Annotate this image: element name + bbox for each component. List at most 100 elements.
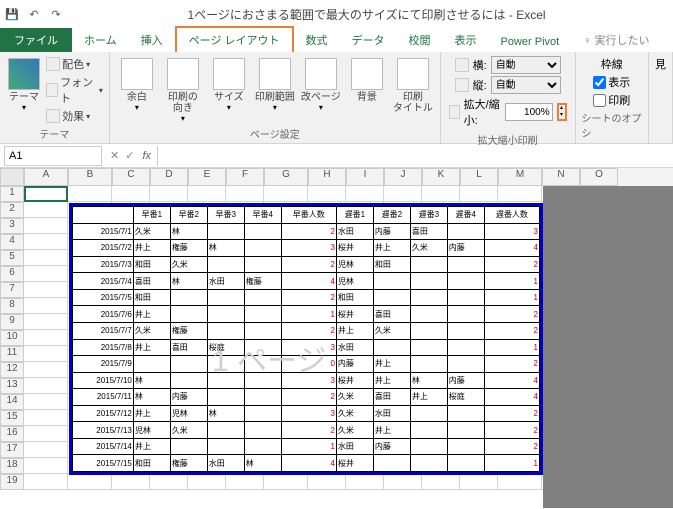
cell[interactable] xyxy=(264,474,308,490)
cell[interactable] xyxy=(308,474,346,490)
col-header[interactable]: G xyxy=(264,168,308,186)
row-header[interactable]: 3 xyxy=(0,218,24,234)
col-header[interactable]: M xyxy=(498,168,542,186)
row-header[interactable]: 16 xyxy=(0,426,24,442)
enter-formula-icon[interactable]: ✓ xyxy=(125,149,134,162)
cell[interactable] xyxy=(24,298,68,314)
cell[interactable] xyxy=(460,186,498,202)
undo-icon[interactable]: ↶ xyxy=(26,6,42,22)
scale-spinner[interactable]: ▴▾ xyxy=(557,103,567,121)
colors-button[interactable]: 配色▾ xyxy=(46,56,103,72)
col-header[interactable]: J xyxy=(384,168,422,186)
tab-insert[interactable]: 挿入 xyxy=(129,28,175,52)
tab-home[interactable]: ホーム xyxy=(72,28,129,52)
row-header[interactable]: 19 xyxy=(0,474,24,490)
tab-formula[interactable]: 数式 xyxy=(294,28,340,52)
col-header[interactable]: O xyxy=(580,168,618,186)
cell[interactable] xyxy=(68,474,112,490)
col-header[interactable]: F xyxy=(226,168,264,186)
cell[interactable] xyxy=(24,282,68,298)
cell[interactable] xyxy=(24,314,68,330)
cell[interactable] xyxy=(498,474,542,490)
cell[interactable] xyxy=(24,234,68,250)
row-header[interactable]: 2 xyxy=(0,202,24,218)
cancel-formula-icon[interactable]: ✕ xyxy=(110,149,119,162)
scale-input[interactable] xyxy=(505,103,553,121)
cell[interactable] xyxy=(498,186,542,202)
cell[interactable] xyxy=(24,218,68,234)
effects-button[interactable]: 効果▾ xyxy=(46,108,103,124)
tab-power[interactable]: Power Pivot xyxy=(489,32,572,52)
tab-tell[interactable]: ♀ 実行したい xyxy=(571,28,661,52)
cell[interactable] xyxy=(24,362,68,378)
col-header[interactable]: H xyxy=(308,168,346,186)
tab-data[interactable]: データ xyxy=(340,28,397,52)
cell[interactable] xyxy=(112,186,150,202)
cell[interactable] xyxy=(384,186,422,202)
margins-button[interactable]: 余白▾ xyxy=(116,54,158,112)
cell[interactable] xyxy=(188,474,226,490)
cell[interactable] xyxy=(24,266,68,282)
formula-bar[interactable] xyxy=(157,146,673,166)
row-header[interactable]: 5 xyxy=(0,250,24,266)
cell[interactable] xyxy=(24,410,68,426)
row-header[interactable]: 1 xyxy=(0,186,24,202)
cell[interactable] xyxy=(68,186,112,202)
cell[interactable] xyxy=(24,474,68,490)
row-header[interactable]: 6 xyxy=(0,266,24,282)
cell[interactable] xyxy=(264,186,308,202)
cell[interactable] xyxy=(188,186,226,202)
cell[interactable] xyxy=(226,474,264,490)
print-titles-button[interactable]: 印刷 タイトル xyxy=(392,54,434,114)
tab-view[interactable]: 表示 xyxy=(443,28,489,52)
breaks-button[interactable]: 改ページ▾ xyxy=(300,54,342,112)
cell[interactable] xyxy=(150,474,188,490)
redo-icon[interactable]: ↷ xyxy=(48,6,64,22)
col-header[interactable]: B xyxy=(68,168,112,186)
col-header[interactable]: K xyxy=(422,168,460,186)
row-header[interactable]: 11 xyxy=(0,346,24,362)
cell[interactable] xyxy=(226,186,264,202)
fx-icon[interactable]: fx xyxy=(142,150,151,162)
fonts-button[interactable]: フォント▾ xyxy=(46,74,103,106)
cell[interactable] xyxy=(150,186,188,202)
row-header[interactable]: 14 xyxy=(0,394,24,410)
cell[interactable] xyxy=(308,186,346,202)
background-button[interactable]: 背景 xyxy=(346,54,388,103)
row-header[interactable]: 15 xyxy=(0,410,24,426)
cell[interactable] xyxy=(24,394,68,410)
row-header[interactable]: 18 xyxy=(0,458,24,474)
col-header[interactable]: D xyxy=(150,168,188,186)
cell[interactable] xyxy=(112,474,150,490)
row-header[interactable]: 4 xyxy=(0,234,24,250)
col-header[interactable]: N xyxy=(542,168,580,186)
scale-width-select[interactable]: 自動 xyxy=(491,56,561,74)
col-header[interactable]: I xyxy=(346,168,384,186)
worksheet-grid[interactable]: ABCDEFGHIJKLMNO 123456789101112131415161… xyxy=(0,168,673,508)
cell[interactable] xyxy=(24,442,68,458)
cell[interactable] xyxy=(24,346,68,362)
col-header[interactable]: C xyxy=(112,168,150,186)
name-box[interactable] xyxy=(4,146,102,166)
cell[interactable] xyxy=(24,330,68,346)
cell[interactable] xyxy=(24,458,68,474)
size-button[interactable]: サイズ▾ xyxy=(208,54,250,112)
cell[interactable] xyxy=(460,474,498,490)
row-header[interactable]: 10 xyxy=(0,330,24,346)
gridlines-view-check[interactable]: 表示 xyxy=(593,74,630,90)
col-header[interactable]: E xyxy=(188,168,226,186)
select-all-triangle[interactable] xyxy=(0,168,24,186)
tab-layout[interactable]: ページ レイアウト xyxy=(175,26,294,52)
cell[interactable] xyxy=(24,426,68,442)
scale-height-select[interactable]: 自動 xyxy=(491,76,561,94)
row-header[interactable]: 8 xyxy=(0,298,24,314)
row-header[interactable]: 7 xyxy=(0,282,24,298)
row-header[interactable]: 9 xyxy=(0,314,24,330)
themes-button[interactable]: テーマ▾ xyxy=(6,54,42,112)
col-header[interactable]: L xyxy=(460,168,498,186)
row-header[interactable]: 17 xyxy=(0,442,24,458)
gridlines-print-check[interactable]: 印刷 xyxy=(593,92,630,108)
cell[interactable] xyxy=(24,378,68,394)
cell[interactable] xyxy=(346,186,384,202)
cell[interactable] xyxy=(422,474,460,490)
